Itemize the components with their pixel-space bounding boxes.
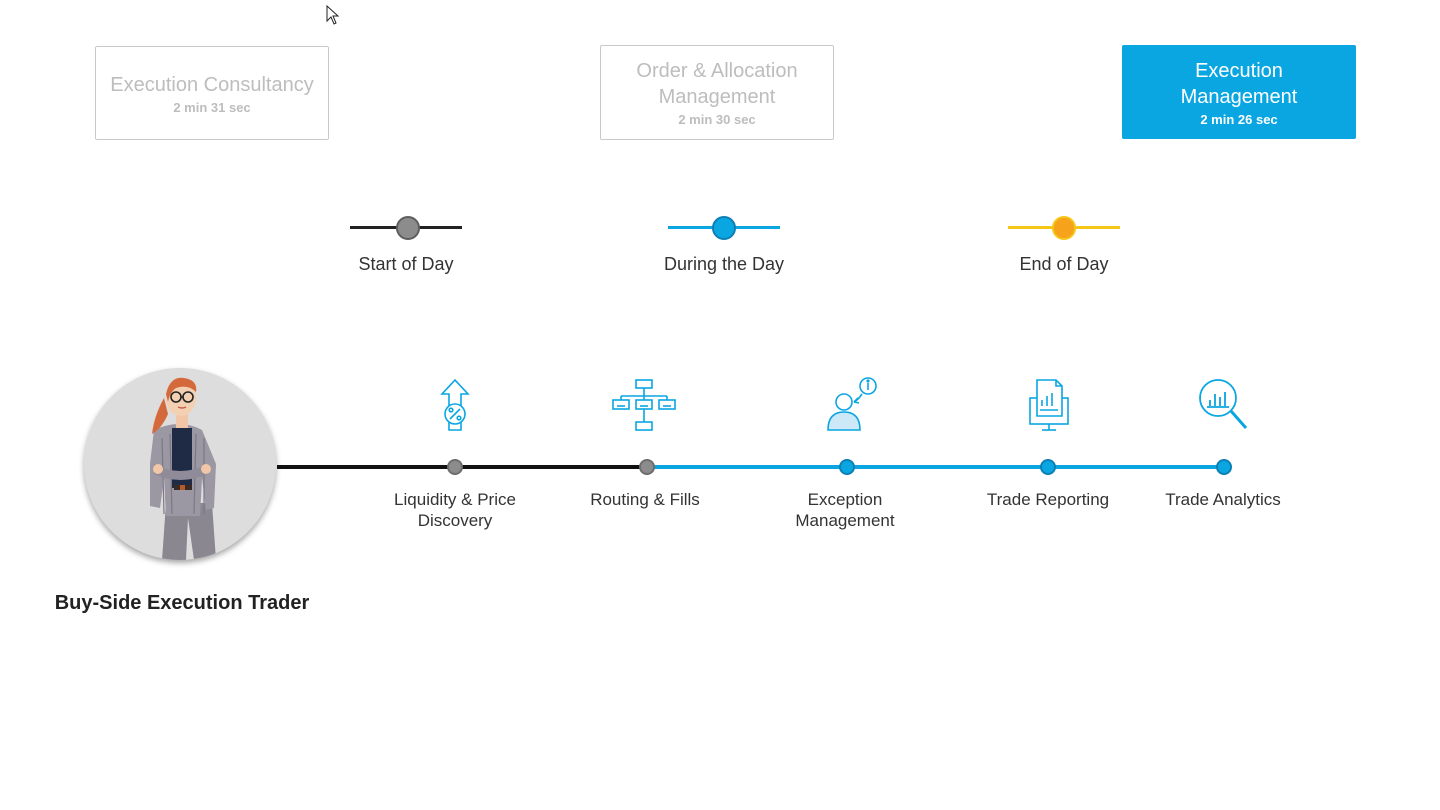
routing-flowchart-icon[interactable] xyxy=(611,378,677,434)
legend-label-end: End of Day xyxy=(1019,254,1109,274)
card-execution-consultancy[interactable]: Execution Consultancy 2 min 31 sec xyxy=(95,46,329,140)
user-alert-icon[interactable] xyxy=(814,376,880,432)
trader-illustration xyxy=(150,377,216,560)
legend-dot-end xyxy=(1052,216,1076,240)
step-label-liquidity: Liquidity & Price Discovery xyxy=(394,490,516,530)
card-order-allocation[interactable]: Order & Allocation Management 2 min 30 s… xyxy=(600,45,834,140)
percent-arrow-icon[interactable] xyxy=(422,378,488,434)
legend-dot-during xyxy=(712,216,736,240)
card-title: Order & Allocation Management xyxy=(636,60,798,108)
report-monitor-icon[interactable] xyxy=(1016,376,1082,432)
avatar[interactable] xyxy=(84,368,276,560)
timeline-node-routing[interactable] xyxy=(639,459,655,475)
step-label-exception: Exception Management xyxy=(795,490,895,530)
analytics-magnifier-icon[interactable] xyxy=(1190,376,1256,432)
card-duration: 2 min 26 sec xyxy=(1200,111,1278,127)
timeline-node-analytics[interactable] xyxy=(1216,459,1232,475)
timeline-node-reporting[interactable] xyxy=(1040,459,1056,475)
card-duration: 2 min 31 sec xyxy=(173,99,251,115)
legend-label-start: Start of Day xyxy=(358,254,454,274)
timeline-node-exception[interactable] xyxy=(839,459,855,475)
step-label-analytics: Trade Analytics xyxy=(1165,490,1281,509)
timeline-segment-during xyxy=(647,465,1224,469)
timeline-node-liquidity[interactable] xyxy=(447,459,463,475)
card-duration: 2 min 30 sec xyxy=(678,112,756,127)
persona-title: Buy-Side Execution Trader xyxy=(54,592,310,614)
card-title: Execution Management xyxy=(1180,59,1298,108)
step-label-reporting: Trade Reporting xyxy=(986,490,1110,509)
legend-dot-start xyxy=(396,216,420,240)
card-title: Execution Consultancy xyxy=(110,73,314,96)
step-label-routing: Routing & Fills xyxy=(590,490,700,509)
mouse-cursor-icon xyxy=(326,5,340,25)
card-execution-management[interactable]: Execution Management 2 min 26 sec xyxy=(1122,45,1356,139)
legend-label-during: During the Day xyxy=(663,254,785,274)
